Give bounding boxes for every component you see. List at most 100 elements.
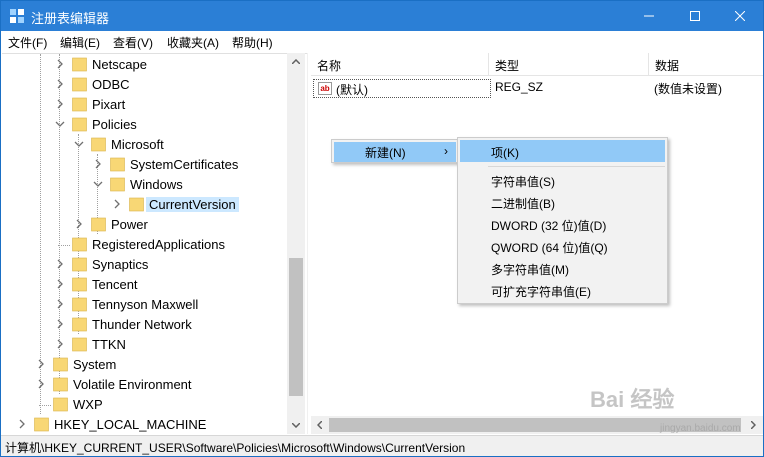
new-submenu: 项(K) 字符串值(S) 二进制值(B) DWORD (32 位)值(D) QWORD … bbox=[457, 137, 668, 304]
submenu-item-label: QWORD (64 位)值(Q) bbox=[491, 241, 608, 255]
status-path: 计算机\HKEY_CURRENT_USER\Software\Policies\… bbox=[5, 441, 466, 455]
submenu-item[interactable]: 多字符串值(M) bbox=[460, 257, 665, 279]
submenu-item-label: 二进制值(B) bbox=[491, 197, 555, 211]
menu-item-new[interactable]: 新建(N) › bbox=[334, 142, 456, 162]
window-title: 注册表编辑器 bbox=[31, 11, 110, 26]
menu-edit[interactable]: 编辑(E) bbox=[60, 34, 100, 51]
tree-item[interactable]: CurrentVersion bbox=[2, 195, 287, 215]
minimize-button[interactable] bbox=[626, 1, 672, 31]
menu-help[interactable]: 帮助(H) bbox=[232, 34, 273, 51]
chevron-right-icon[interactable] bbox=[74, 219, 84, 229]
tree-item[interactable]: WXP bbox=[2, 395, 287, 415]
tree-item-label: Tencent bbox=[92, 277, 138, 292]
submenu-item[interactable]: QWORD (64 位)值(Q) bbox=[460, 235, 665, 257]
close-button[interactable] bbox=[717, 1, 763, 31]
column-data-header[interactable]: 数据 bbox=[649, 53, 763, 76]
tree-item[interactable]: HKEY_LOCAL_MACHINE bbox=[2, 415, 287, 434]
value-row-default[interactable]: ab (默认) bbox=[313, 79, 491, 98]
chevron-down-icon[interactable] bbox=[93, 179, 103, 189]
menu-view[interactable]: 查看(V) bbox=[113, 34, 153, 51]
key-tree[interactable]: Netscape ODBC Pixart Policies Microsoft Syste… bbox=[2, 53, 307, 434]
tree-item-label: Thunder Network bbox=[92, 317, 192, 332]
folder-icon bbox=[72, 317, 87, 332]
tree-vertical-scrollbar[interactable] bbox=[287, 53, 305, 434]
tree-item[interactable]: TTKN bbox=[2, 335, 287, 355]
menu-file[interactable]: 文件(F) bbox=[8, 34, 47, 51]
submenu-item[interactable]: 可扩充字符串值(E) bbox=[460, 279, 665, 301]
submenu-item-label: 可扩充字符串值(E) bbox=[491, 285, 591, 299]
tree-item[interactable]: Policies bbox=[2, 115, 287, 135]
folder-icon bbox=[53, 377, 68, 392]
chevron-right-icon[interactable] bbox=[55, 59, 65, 69]
scroll-right-icon[interactable] bbox=[745, 416, 762, 434]
chevron-right-icon[interactable] bbox=[17, 419, 27, 429]
folder-icon bbox=[72, 337, 87, 352]
chevron-right-icon[interactable] bbox=[55, 319, 65, 329]
maximize-icon bbox=[690, 11, 700, 21]
tree-item-label: TTKN bbox=[92, 337, 126, 352]
folder-icon bbox=[91, 217, 106, 232]
scroll-thumb[interactable] bbox=[289, 258, 303, 396]
chevron-right-icon[interactable] bbox=[55, 339, 65, 349]
scroll-up-icon[interactable] bbox=[287, 53, 305, 70]
tree-item-label: Synaptics bbox=[92, 257, 149, 272]
tree-item[interactable]: ODBC bbox=[2, 75, 287, 95]
chevron-down-icon[interactable] bbox=[74, 139, 84, 149]
tree-item-label: WXP bbox=[73, 397, 103, 412]
title-bar: 注册表编辑器 bbox=[1, 1, 763, 31]
folder-icon bbox=[72, 77, 87, 92]
tree-item[interactable]: RegisteredApplications bbox=[2, 235, 287, 255]
tree-item[interactable]: Thunder Network bbox=[2, 315, 287, 335]
tree-item-label: Tennyson Maxwell bbox=[92, 297, 199, 312]
chevron-right-icon[interactable] bbox=[112, 199, 122, 209]
tree-item[interactable]: SystemCertificates bbox=[2, 155, 287, 175]
submenu-item[interactable]: 字符串值(S) bbox=[460, 169, 665, 191]
submenu-item-label: 字符串值(S) bbox=[491, 175, 555, 189]
tree-item-label: Power bbox=[111, 217, 148, 232]
scroll-down-icon[interactable] bbox=[287, 417, 305, 434]
submenu-item-label: DWORD (32 位)值(D) bbox=[491, 219, 607, 233]
chevron-right-icon[interactable] bbox=[36, 379, 46, 389]
tree-item[interactable]: Microsoft bbox=[2, 135, 287, 155]
menu-favorites[interactable]: 收藏夹(A) bbox=[167, 34, 219, 51]
folder-icon bbox=[34, 417, 49, 432]
tree-item[interactable]: Synaptics bbox=[2, 255, 287, 275]
tree-item-label: Volatile Environment bbox=[73, 377, 192, 392]
chevron-right-icon[interactable] bbox=[55, 99, 65, 109]
tree-item[interactable]: Volatile Environment bbox=[2, 375, 287, 395]
folder-icon bbox=[72, 57, 87, 72]
tree-item[interactable]: Netscape bbox=[2, 55, 287, 75]
string-value-icon: ab bbox=[318, 82, 332, 95]
folder-icon bbox=[110, 157, 125, 172]
submenu-arrow-icon: › bbox=[444, 144, 448, 158]
chevron-right-icon[interactable] bbox=[36, 359, 46, 369]
folder-icon bbox=[72, 97, 87, 112]
column-name-header[interactable]: 名称 bbox=[311, 53, 489, 76]
submenu-item[interactable]: 项(K) bbox=[460, 140, 665, 162]
value-data: (数值未设置) bbox=[654, 82, 722, 96]
chevron-right-icon[interactable] bbox=[55, 279, 65, 289]
context-menu: 新建(N) › bbox=[331, 139, 459, 163]
chevron-right-icon[interactable] bbox=[55, 79, 65, 89]
status-bar: 计算机\HKEY_CURRENT_USER\Software\Policies\… bbox=[1, 435, 763, 456]
tree-item-label: Pixart bbox=[92, 97, 126, 112]
tree-item[interactable]: System bbox=[2, 355, 287, 375]
registry-app-icon bbox=[10, 9, 24, 23]
tree-item[interactable]: Power bbox=[2, 215, 287, 235]
submenu-item[interactable]: 二进制值(B) bbox=[460, 191, 665, 213]
tree-item[interactable]: Pixart bbox=[2, 95, 287, 115]
tree-item[interactable]: Tennyson Maxwell bbox=[2, 295, 287, 315]
tree-item[interactable]: Tencent bbox=[2, 275, 287, 295]
chevron-right-icon[interactable] bbox=[55, 259, 65, 269]
menu-separator bbox=[488, 166, 665, 167]
scroll-left-icon[interactable] bbox=[311, 416, 328, 434]
chevron-right-icon[interactable] bbox=[93, 159, 103, 169]
column-type-header[interactable]: 类型 bbox=[489, 53, 649, 76]
tree-item-label: System bbox=[73, 357, 117, 372]
tree-item[interactable]: Windows bbox=[2, 175, 287, 195]
folder-icon bbox=[72, 117, 87, 132]
chevron-down-icon[interactable] bbox=[55, 119, 65, 129]
maximize-button[interactable] bbox=[672, 1, 718, 31]
submenu-item[interactable]: DWORD (32 位)值(D) bbox=[460, 213, 665, 235]
chevron-right-icon[interactable] bbox=[55, 299, 65, 309]
